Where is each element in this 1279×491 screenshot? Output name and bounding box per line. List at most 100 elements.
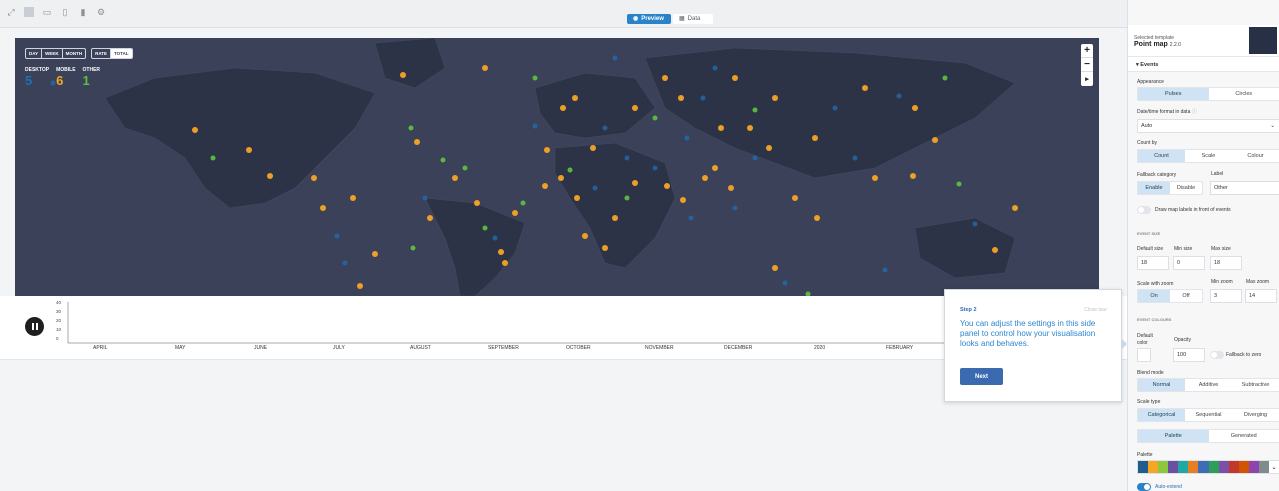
auto-extend-label: Auto-extend bbox=[1155, 484, 1182, 490]
min-zoom-input[interactable]: 3 bbox=[1210, 289, 1242, 303]
fallback-disable[interactable]: Disable bbox=[1170, 182, 1202, 194]
event-pulse bbox=[862, 85, 868, 91]
min-size-input[interactable]: 0 bbox=[1173, 256, 1205, 270]
scale-diverging[interactable]: Diverging bbox=[1232, 409, 1279, 421]
event-pulse bbox=[632, 105, 638, 111]
event-pulse bbox=[700, 95, 706, 101]
filter-rate[interactable]: RATE bbox=[92, 49, 112, 58]
max-size-value: 18 bbox=[1214, 260, 1221, 266]
filter-week[interactable]: WEEK bbox=[42, 49, 63, 58]
settings-icon[interactable]: ⚙ bbox=[96, 7, 106, 17]
time-filters: DAY WEEK MONTH RATE TOTAL bbox=[25, 48, 133, 59]
datetime-select[interactable]: Auto ⌄ bbox=[1137, 119, 1279, 133]
default-size-input[interactable]: 18 bbox=[1137, 256, 1169, 270]
event-pulse bbox=[400, 72, 406, 78]
expand-icon[interactable]: ⤢ bbox=[6, 7, 16, 17]
scale-zoom-off[interactable]: Off bbox=[1170, 290, 1202, 302]
pause-button[interactable] bbox=[25, 317, 44, 336]
zoom-out-button[interactable]: − bbox=[1081, 58, 1093, 72]
tab-preview[interactable]: ◉ Preview bbox=[627, 14, 671, 24]
opacity-value: 100 bbox=[1177, 352, 1187, 358]
scale-sequential[interactable]: Sequential bbox=[1185, 409, 1232, 421]
month-label: JUNE bbox=[254, 345, 268, 351]
map-canvas[interactable]: DAY WEEK MONTH RATE TOTAL DESKTOP 5 MOBI… bbox=[15, 38, 1099, 296]
month-label: 2020 bbox=[814, 345, 826, 351]
phone-icon[interactable]: ▮ bbox=[78, 7, 88, 17]
opacity-input[interactable]: 100 bbox=[1173, 348, 1205, 362]
palette-swatch bbox=[1238, 461, 1249, 473]
filter-total[interactable]: TOTAL bbox=[111, 49, 132, 58]
min-zoom-label: Min zoom bbox=[1211, 279, 1233, 285]
auto-extend-toggle[interactable] bbox=[1137, 483, 1151, 491]
help-icon[interactable]: ⓘ bbox=[1192, 109, 1197, 115]
palette-swatch bbox=[1188, 461, 1199, 473]
event-pulse bbox=[502, 260, 508, 266]
event-pulse bbox=[320, 205, 326, 211]
count-by-scale[interactable]: Scale bbox=[1185, 150, 1232, 162]
close-tour-link[interactable]: Close tour bbox=[1084, 307, 1107, 313]
event-pulse bbox=[602, 245, 608, 251]
tour-step: Step 2 bbox=[960, 307, 977, 313]
draw-labels-toggle[interactable] bbox=[1137, 206, 1151, 214]
tab-data[interactable]: ▦ Data bbox=[673, 14, 713, 24]
blend-normal[interactable]: Normal bbox=[1138, 379, 1185, 391]
filter-day[interactable]: DAY bbox=[26, 49, 43, 58]
min-size-label: Min size bbox=[1174, 246, 1193, 252]
chevron-down-icon: ⌄ bbox=[1270, 123, 1275, 129]
tablet-icon[interactable]: ▯ bbox=[60, 7, 70, 17]
legend-desktop: DESKTOP 5 bbox=[25, 67, 49, 87]
filter-month[interactable]: MONTH bbox=[63, 49, 85, 58]
desktop-icon[interactable]: ▭ bbox=[42, 7, 52, 17]
y-tick-label: 0 bbox=[56, 336, 59, 341]
event-pulse bbox=[678, 95, 684, 101]
max-zoom-input[interactable]: 14 bbox=[1245, 289, 1277, 303]
count-by-toggle: Count Scale Colour bbox=[1137, 149, 1279, 163]
event-pulse bbox=[512, 210, 518, 216]
tour-pointer bbox=[1122, 339, 1127, 349]
legend-mobile: MOBILE 6 bbox=[56, 67, 75, 87]
default-color-swatch[interactable] bbox=[1137, 348, 1151, 362]
palette-select[interactable]: ⌄ bbox=[1137, 460, 1279, 474]
event-pulse bbox=[440, 157, 446, 163]
fallback-zero-toggle[interactable] bbox=[1210, 351, 1224, 359]
palette-mode-palette[interactable]: Palette bbox=[1138, 430, 1209, 442]
event-pulse bbox=[372, 251, 378, 257]
reset-view-button[interactable]: ▸ bbox=[1081, 72, 1093, 86]
zoom-in-button[interactable]: + bbox=[1081, 44, 1093, 58]
template-header[interactable]: Selected template Point map 2.2.0 bbox=[1128, 25, 1279, 57]
blend-subtractive[interactable]: Subtractive bbox=[1232, 379, 1279, 391]
event-pulse bbox=[532, 75, 538, 81]
count-by-colour[interactable]: Colour bbox=[1232, 150, 1279, 162]
appearance-pulses[interactable]: Pulses bbox=[1138, 88, 1209, 100]
next-button[interactable]: Next bbox=[960, 368, 1003, 385]
event-pulse bbox=[932, 137, 938, 143]
event-pulse bbox=[747, 125, 753, 131]
events-section-header[interactable]: ▾ Events bbox=[1128, 57, 1279, 72]
scale-zoom-on[interactable]: On bbox=[1138, 290, 1170, 302]
appearance-toggle: Pulses Circles bbox=[1137, 87, 1279, 101]
blend-additive[interactable]: Additive bbox=[1185, 379, 1232, 391]
event-pulse bbox=[652, 165, 658, 171]
event-pulse bbox=[414, 139, 420, 145]
scale-categorical[interactable]: Categorical bbox=[1138, 409, 1185, 421]
y-tick-label: 30 bbox=[56, 309, 62, 314]
count-by-count[interactable]: Count bbox=[1138, 150, 1185, 162]
event-pulse bbox=[192, 127, 198, 133]
view-icons: ⤢ ▭ ▯ ▮ ⚙ bbox=[6, 7, 106, 17]
month-label: DECEMBER bbox=[724, 345, 753, 351]
palette-mode-generated[interactable]: Generated bbox=[1209, 430, 1279, 442]
appearance-circles[interactable]: Circles bbox=[1209, 88, 1279, 100]
fallback-label-input[interactable]: Other bbox=[1210, 181, 1279, 195]
template-thumbnail bbox=[1249, 27, 1277, 54]
fallback-enable[interactable]: Enable bbox=[1138, 182, 1170, 194]
palette-swatch bbox=[1148, 461, 1159, 473]
event-pulse bbox=[832, 105, 838, 111]
event-pulse bbox=[567, 167, 573, 173]
event-pulse bbox=[732, 75, 738, 81]
chevron-down-icon: ⌄ bbox=[1271, 464, 1277, 471]
fallback-label-value: Other bbox=[1214, 185, 1228, 191]
scale-type-toggle: Categorical Sequential Diverging bbox=[1137, 408, 1279, 422]
event-pulse bbox=[408, 125, 414, 131]
max-size-input[interactable]: 18 bbox=[1210, 256, 1242, 270]
event-pulse bbox=[624, 195, 630, 201]
